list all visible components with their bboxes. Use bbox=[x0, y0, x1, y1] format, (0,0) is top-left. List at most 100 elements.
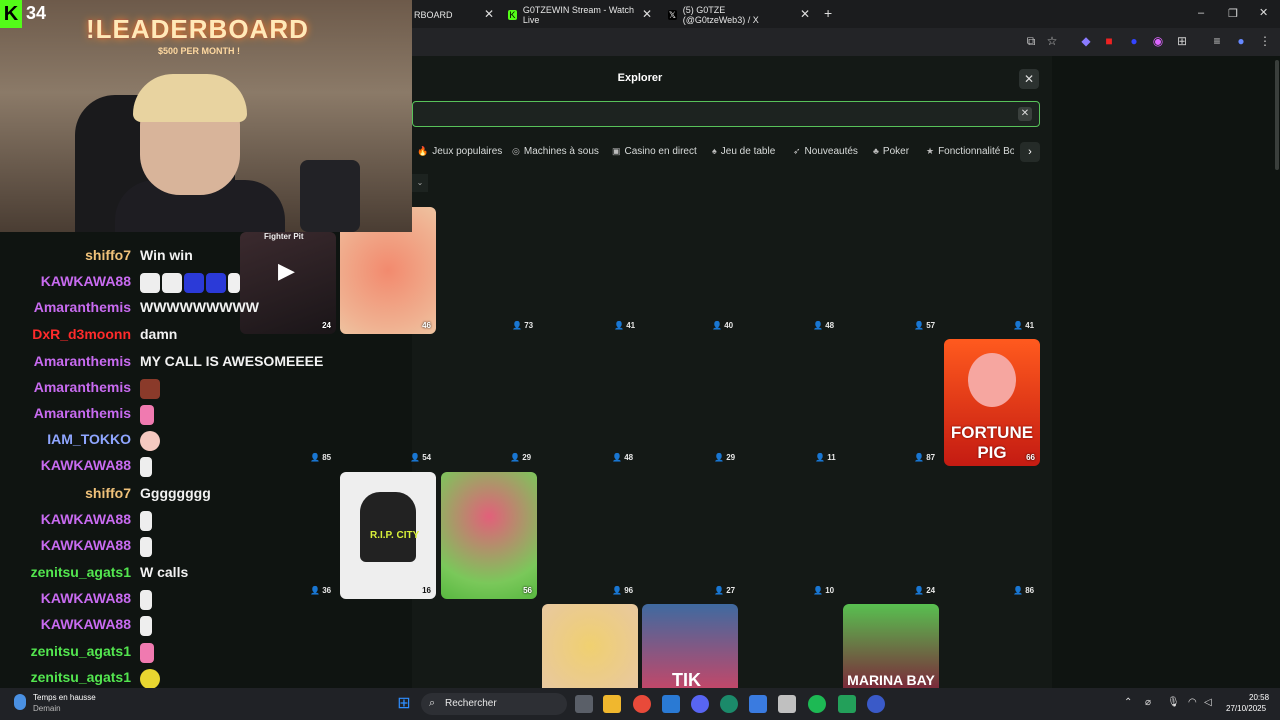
chat-username: KAWKAWA88 bbox=[40, 511, 131, 527]
game-title: R.I.P. CITY bbox=[370, 530, 420, 541]
scrollbar[interactable] bbox=[1275, 60, 1279, 170]
microphone-icon[interactable]: 🎙 bbox=[1167, 697, 1180, 708]
category-bonus-features[interactable]: ★ Fonctionnalité Bo bbox=[926, 146, 1014, 157]
close-window-button[interactable]: ✕ bbox=[1259, 6, 1268, 19]
x-tab-icon: 𝕏 bbox=[668, 10, 677, 20]
category-slots[interactable]: ◎ Machines à sous bbox=[512, 146, 599, 157]
chevron-up-icon[interactable]: ⌃ bbox=[1124, 697, 1132, 708]
chat-message: KAWKAWA88 bbox=[0, 616, 360, 638]
chat-message: KAWKAWA88 bbox=[0, 590, 360, 612]
extensions-puzzle-icon[interactable]: ⊞ bbox=[1175, 34, 1189, 48]
star-icon: ★ bbox=[926, 146, 935, 156]
chat-message: IAM_TOKKO bbox=[0, 431, 360, 453]
chat-message: Amaranthemis bbox=[0, 405, 360, 427]
modal-title: Explorer bbox=[617, 72, 663, 84]
chat-emotes bbox=[140, 537, 154, 557]
bookmark-star-icon[interactable]: ☆ bbox=[1045, 34, 1059, 48]
chevron-down-icon[interactable]: ⌄ bbox=[412, 174, 428, 192]
ghost-emote-icon bbox=[162, 273, 182, 293]
category-new[interactable]: ➶ Nouveautés bbox=[793, 146, 858, 157]
spotify-icon[interactable] bbox=[808, 695, 826, 713]
chat-emotes bbox=[140, 431, 162, 451]
game-tile[interactable] bbox=[542, 604, 638, 688]
player-count: 👤 41 bbox=[614, 321, 636, 330]
leaderboard-subtitle: $500 PER MONTH ! bbox=[158, 46, 241, 56]
weather-icon[interactable] bbox=[14, 694, 26, 710]
tab-close-icon[interactable]: ✕ bbox=[800, 7, 810, 21]
player-count: 👤 86 bbox=[1013, 586, 1035, 595]
task-view-icon[interactable] bbox=[575, 695, 593, 713]
media-control-icon[interactable]: ≡ bbox=[1210, 34, 1224, 48]
tab-g0tze-x[interactable]: 𝕏 (5) G0TZE (@G0tzeWeb3) / X bbox=[668, 4, 788, 26]
modal-close-button[interactable]: ✕ bbox=[1019, 69, 1039, 89]
pig-icon bbox=[968, 353, 1016, 407]
chat-message: KAWKAWA88 bbox=[0, 457, 360, 479]
extension-icon[interactable]: ◉ bbox=[1151, 34, 1165, 48]
clock-time[interactable]: 20:58 bbox=[1249, 693, 1269, 702]
chat-message: KAWKAWA88 bbox=[0, 511, 360, 533]
tab-label: G0TZEWIN Stream - Watch Live bbox=[522, 5, 635, 25]
chat-username: KAWKAWA88 bbox=[40, 457, 131, 473]
game-tile-fortune-pig[interactable]: FORTUNE PIG 66 bbox=[944, 339, 1040, 466]
player-count: 👤 48 bbox=[612, 453, 634, 462]
cards-icon: ♠ bbox=[712, 146, 717, 156]
chat-username: Amaranthemis bbox=[33, 379, 131, 395]
player-count: 👤 24 bbox=[914, 586, 936, 595]
file-explorer-icon[interactable] bbox=[603, 695, 621, 713]
fire-icon: 🔥 bbox=[417, 146, 429, 156]
game-tile-tik[interactable]: TIK bbox=[642, 604, 738, 688]
chat-message: Amaranthemis bbox=[0, 379, 360, 401]
category-poker[interactable]: ♣ Poker bbox=[873, 146, 909, 157]
notifications-off-icon[interactable]: ⌀ bbox=[1145, 697, 1151, 708]
game-tile[interactable]: 56 bbox=[441, 472, 537, 599]
chrome-icon[interactable] bbox=[633, 695, 651, 713]
category-popular-games[interactable]: 🔥 Jeux populaires bbox=[417, 146, 502, 157]
category-label: Jeux populaires bbox=[432, 146, 503, 157]
tab-g0tzewin-stream[interactable]: K G0TZEWIN Stream - Watch Live bbox=[508, 4, 638, 26]
volume-icon[interactable]: ◁ bbox=[1204, 697, 1212, 708]
restore-button[interactable]: ❐ bbox=[1228, 7, 1238, 20]
taskbar-search[interactable]: Rechercher bbox=[421, 693, 567, 715]
app-icon[interactable] bbox=[838, 695, 856, 713]
new-tab-button[interactable]: + bbox=[824, 5, 832, 21]
profile-avatar[interactable]: ● bbox=[1234, 34, 1248, 48]
category-next-button[interactable]: › bbox=[1020, 142, 1040, 162]
chat-emotes bbox=[140, 457, 154, 477]
chat-username: Amaranthemis bbox=[33, 405, 131, 421]
clock-date[interactable]: 27/10/2025 bbox=[1226, 704, 1266, 713]
app-icon[interactable] bbox=[778, 695, 796, 713]
tab-close-icon[interactable]: ✕ bbox=[484, 7, 494, 21]
windows-start-icon[interactable]: ⊞ bbox=[395, 695, 413, 713]
vscode-icon[interactable] bbox=[662, 695, 680, 713]
chat-emotes bbox=[140, 511, 154, 531]
wifi-icon[interactable]: ◠ bbox=[1188, 697, 1197, 708]
extension-icon[interactable]: ● bbox=[1127, 34, 1141, 48]
player-count: 👤 41 bbox=[1013, 321, 1035, 330]
tab-label: (5) G0TZE (@G0tzeWeb3) / X bbox=[682, 5, 759, 25]
extension-icon[interactable]: ■ bbox=[1102, 34, 1116, 48]
chat-username: zenitsu_agats1 bbox=[30, 669, 131, 685]
category-label: Machines à sous bbox=[523, 146, 599, 157]
live-icon: ▣ bbox=[612, 146, 621, 156]
chat-username: KAWKAWA88 bbox=[40, 537, 131, 553]
discord-icon[interactable] bbox=[691, 695, 709, 713]
category-label: Nouveautés bbox=[804, 146, 858, 157]
chat-text: MY CALL IS AWESOMEEEE bbox=[140, 353, 324, 369]
search-clear-icon[interactable]: ✕ bbox=[1018, 107, 1032, 121]
app-icon[interactable] bbox=[720, 695, 738, 713]
app-icon[interactable] bbox=[867, 695, 885, 713]
figure-emote-icon bbox=[140, 457, 152, 477]
chat-message: zenitsu_agats1 W calls bbox=[0, 564, 360, 586]
weather-title[interactable]: Temps en hausse bbox=[33, 693, 96, 702]
screen-share-icon[interactable]: ⧉ bbox=[1024, 34, 1038, 48]
notepad-icon[interactable] bbox=[749, 695, 767, 713]
category-live-casino[interactable]: ▣ Casino en direct bbox=[612, 146, 697, 157]
extension-icon[interactable]: ◆ bbox=[1079, 34, 1093, 48]
minimize-button[interactable]: – bbox=[1198, 7, 1204, 19]
tab-close-icon[interactable]: ✕ bbox=[642, 7, 652, 21]
search-input[interactable] bbox=[412, 101, 1040, 127]
weather-subtitle: Demain bbox=[33, 704, 61, 713]
menu-dots-icon[interactable]: ⋮ bbox=[1258, 34, 1272, 48]
game-tile-marina-bay[interactable]: MARINA BAY bbox=[843, 604, 939, 688]
category-table-games[interactable]: ♠ Jeu de table bbox=[712, 146, 775, 157]
